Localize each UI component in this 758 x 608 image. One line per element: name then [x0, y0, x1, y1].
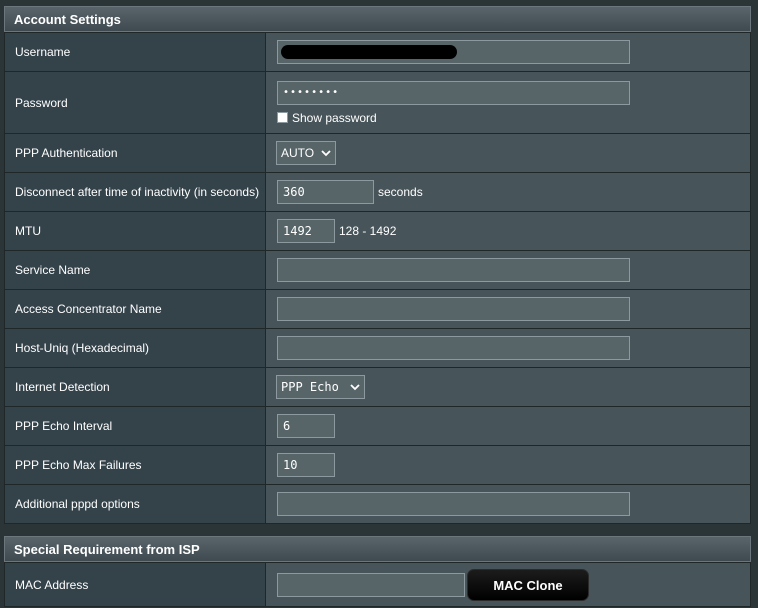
chevron-down-icon — [321, 150, 332, 157]
checkbox-icon[interactable] — [277, 111, 288, 123]
row-internet-detection: Internet Detection PPP Echo — [4, 367, 751, 407]
chevron-down-icon — [350, 384, 360, 391]
section-title-special-requirement: Special Requirement from ISP — [4, 536, 751, 562]
label-mac-address: MAC Address — [4, 562, 266, 607]
row-additional-pppd: Additional pppd options — [4, 484, 751, 524]
row-ppp-authentication: PPP Authentication AUTO — [4, 133, 751, 173]
label-username: Username — [4, 32, 266, 72]
label-host-uniq: Host-Uniq (Hexadecimal) — [4, 328, 266, 368]
internet-detection-select[interactable]: PPP Echo — [276, 375, 366, 399]
row-disconnect-inactivity: Disconnect after time of inactivity (in … — [4, 172, 751, 212]
row-host-uniq: Host-Uniq (Hexadecimal) — [4, 328, 751, 368]
special-requirement-section: Special Requirement from ISP MAC Address… — [4, 536, 751, 607]
redaction-mark — [281, 45, 457, 59]
account-settings-section: Account Settings Username Password •••••… — [4, 6, 751, 524]
access-concentrator-input[interactable] — [277, 297, 630, 321]
host-uniq-input[interactable] — [277, 336, 630, 360]
mtu-range-label: 128 - 1492 — [339, 224, 397, 238]
label-ppp-echo-max-failures: PPP Echo Max Failures — [4, 445, 266, 485]
additional-pppd-input[interactable] — [277, 492, 630, 516]
mtu-input[interactable]: 1492 — [277, 219, 335, 243]
label-additional-pppd: Additional pppd options — [4, 484, 266, 524]
disconnect-inactivity-input[interactable]: 360 — [277, 180, 374, 204]
label-ppp-authentication: PPP Authentication — [4, 133, 266, 173]
label-internet-detection: Internet Detection — [4, 367, 266, 407]
section-title-account-settings: Account Settings — [4, 6, 751, 32]
row-service-name: Service Name — [4, 250, 751, 290]
label-mtu: MTU — [4, 211, 266, 251]
label-service-name: Service Name — [4, 250, 266, 290]
label-access-concentrator: Access Concentrator Name — [4, 289, 266, 329]
show-password-toggle[interactable]: Show password — [277, 111, 750, 125]
mac-address-input[interactable] — [277, 572, 465, 597]
special-requirement-table: MAC Address MAC Clone — [4, 562, 751, 607]
row-ppp-echo-max-failures: PPP Echo Max Failures 10 — [4, 445, 751, 485]
account-settings-table: Username Password •••••••• Show password… — [4, 32, 751, 524]
password-input[interactable]: •••••••• — [277, 80, 630, 105]
row-mac-address: MAC Address MAC Clone — [4, 562, 751, 607]
seconds-unit-label: seconds — [378, 185, 423, 199]
ppp-echo-max-failures-input[interactable]: 10 — [277, 453, 335, 477]
label-password: Password — [4, 71, 266, 134]
service-name-input[interactable] — [277, 258, 630, 282]
username-input[interactable] — [277, 40, 630, 64]
row-username: Username — [4, 32, 751, 72]
label-disconnect-inactivity: Disconnect after time of inactivity (in … — [4, 172, 266, 212]
row-password: Password •••••••• Show password — [4, 71, 751, 134]
mac-clone-button[interactable]: MAC Clone — [467, 568, 589, 601]
row-ppp-echo-interval: PPP Echo Interval 6 — [4, 406, 751, 446]
row-access-concentrator: Access Concentrator Name — [4, 289, 751, 329]
label-ppp-echo-interval: PPP Echo Interval — [4, 406, 266, 446]
ppp-authentication-select[interactable]: AUTO — [276, 141, 337, 165]
row-mtu: MTU 1492 128 - 1492 — [4, 211, 751, 251]
show-password-label: Show password — [292, 110, 377, 125]
ppp-echo-interval-input[interactable]: 6 — [277, 414, 335, 438]
